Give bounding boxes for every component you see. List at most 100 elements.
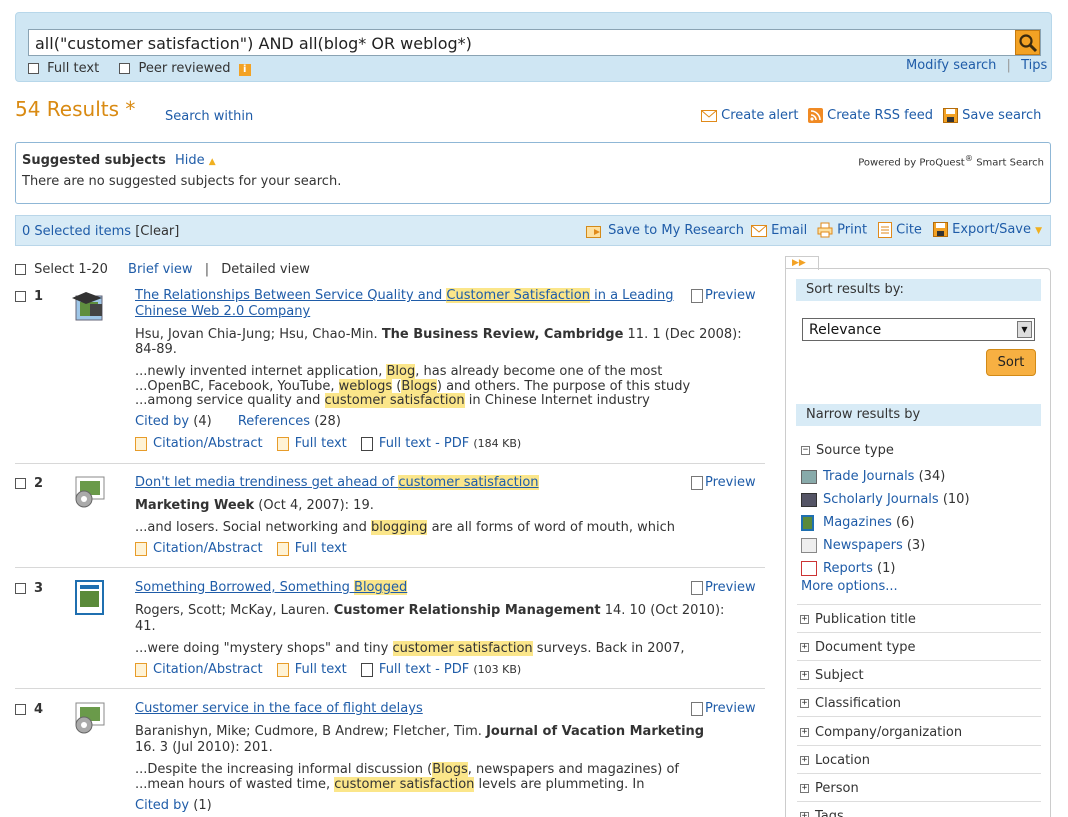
printer-icon <box>817 222 833 238</box>
snippet-text: levels are plummeting. In <box>474 776 645 792</box>
result-checkbox[interactable] <box>15 291 26 302</box>
document-icon <box>276 541 289 556</box>
cited-by-count: (1) <box>193 798 212 813</box>
clear-link[interactable]: [Clear] <box>135 224 179 239</box>
facet-tags[interactable]: + Tags <box>800 809 844 817</box>
cite-button[interactable]: Cite <box>878 222 922 238</box>
snippet-text: ...newly invented internet application, <box>135 364 387 379</box>
snippet-highlight: customer satisfaction <box>334 776 475 792</box>
search-panel: all("customer satisfaction") AND all(blo… <box>15 12 1052 82</box>
hide-link[interactable]: Hide ▲ <box>175 153 216 168</box>
result-title[interactable]: Something Borrowed, Something Blogged <box>135 580 408 595</box>
result-number: 3 <box>34 581 44 596</box>
peer-reviewed-checkbox[interactable] <box>119 63 131 74</box>
plus-icon: + <box>800 812 809 817</box>
preview-link[interactable]: Preview <box>691 580 756 595</box>
search-button[interactable] <box>1015 30 1040 55</box>
result-checkbox[interactable] <box>15 704 26 715</box>
facet-label: Scholarly Journals <box>823 492 939 507</box>
info-icon[interactable]: i <box>238 64 251 76</box>
save-to-research-button[interactable]: Save to My Research <box>586 223 744 238</box>
facet-person[interactable]: + Person <box>800 781 859 796</box>
full-text-checkbox[interactable] <box>28 63 39 74</box>
plus-icon: + <box>800 755 809 765</box>
cited-by-link[interactable]: Cited by (4) <box>135 414 212 429</box>
facet-classification[interactable]: + Classification <box>800 696 901 711</box>
full-text-link[interactable]: Full text <box>276 436 347 451</box>
result-checkbox[interactable] <box>15 478 26 489</box>
export-save-button[interactable]: Export/Save ▼ <box>933 222 1042 237</box>
preview-link[interactable]: Preview <box>691 475 756 490</box>
more-options-link[interactable]: More options... <box>801 579 898 594</box>
result-checkbox[interactable] <box>15 583 26 594</box>
cited-by-link[interactable]: Cited by (1) <box>135 798 212 813</box>
sort-button[interactable]: Sort <box>986 349 1036 376</box>
citation-abstract-link[interactable]: Citation/Abstract <box>135 662 263 677</box>
citation-abstract-link[interactable]: Citation/Abstract <box>135 541 263 556</box>
full-text-pdf-label: Full text - PDF <box>378 436 470 451</box>
source-type-toggle[interactable]: − Source type <box>801 443 894 458</box>
references-link[interactable]: References (28) <box>238 414 341 429</box>
document-icon <box>135 662 147 677</box>
search-within-link[interactable]: Search within <box>165 109 253 124</box>
full-text-label: Full text <box>294 541 347 556</box>
facet-item-newspapers[interactable]: Newspapers (3) <box>801 534 970 557</box>
result-title[interactable]: Customer service in the face of flight d… <box>135 701 423 716</box>
snippet-highlight: customer satisfaction <box>324 393 465 408</box>
email-button[interactable]: Email <box>751 223 807 238</box>
facet-document-type[interactable]: + Document type <box>800 640 916 655</box>
plus-icon: + <box>800 614 809 624</box>
tips-link[interactable]: Tips <box>1021 58 1047 73</box>
detailed-view-label: Detailed view <box>221 262 310 277</box>
facet-label: Document type <box>815 640 916 655</box>
cited-by-count: (4) <box>193 414 212 429</box>
result-number: 2 <box>34 476 44 491</box>
pdf-icon <box>360 662 373 677</box>
result-details: 16. 3 (Jul 2010): 201. <box>135 740 273 755</box>
select-all-checkbox[interactable] <box>15 264 26 275</box>
facet-item-reports[interactable]: Reports (1) <box>801 557 970 580</box>
selected-items[interactable]: 0 Selected items <box>22 224 131 239</box>
preview-link[interactable]: Preview <box>691 288 756 303</box>
save-search-link[interactable]: Save search <box>943 108 1041 123</box>
result-item: 3 Something Borrowed, Something Blogged … <box>15 580 765 682</box>
caret-up-icon: ▲ <box>208 157 216 167</box>
preview-link[interactable]: Preview <box>691 701 756 716</box>
facet-count: (10) <box>942 492 970 507</box>
result-title[interactable]: Don't let media trendiness get ahead of … <box>135 475 539 490</box>
brief-view-link[interactable]: Brief view <box>128 262 193 277</box>
sort-select-value: Relevance <box>809 322 882 338</box>
facet-item-magazines[interactable]: Magazines (6) <box>801 511 970 534</box>
facet-count: (1) <box>877 561 896 576</box>
facet-label: Classification <box>815 696 902 711</box>
divider <box>15 463 765 464</box>
modify-search-link[interactable]: Modify search <box>906 58 996 73</box>
full-text-link[interactable]: Full text <box>276 541 347 556</box>
facet-publication-title[interactable]: + Publication title <box>800 612 916 627</box>
print-button[interactable]: Print <box>817 222 867 238</box>
result-title[interactable]: The Relationships Between Service Qualit… <box>135 288 674 319</box>
preview-label: Preview <box>705 288 756 303</box>
sort-select[interactable]: Relevance ▼ <box>802 318 1035 341</box>
create-rss-link[interactable]: Create RSS feed <box>808 108 933 123</box>
create-alert-link[interactable]: Create alert <box>701 108 799 123</box>
facet-location[interactable]: + Location <box>800 753 870 768</box>
full-text-pdf-link[interactable]: Full text - PDF (184 KB) <box>360 436 521 451</box>
facet-company-organization[interactable]: + Company/organization <box>800 725 962 740</box>
snippet-highlight: Blogs <box>432 762 468 777</box>
sort-header: Sort results by: <box>796 279 1041 301</box>
facet-item-scholarly-journals[interactable]: Scholarly Journals (10) <box>801 488 970 511</box>
rss-icon <box>808 108 823 123</box>
envelope-icon <box>751 224 767 237</box>
plus-icon: + <box>800 698 809 708</box>
document-icon <box>276 662 289 677</box>
email-label: Email <box>771 223 808 238</box>
search-input[interactable]: all("customer satisfaction") AND all(blo… <box>28 29 1041 56</box>
full-text-link[interactable]: Full text <box>276 662 347 677</box>
plus-icon: + <box>800 670 809 680</box>
cite-label: Cite <box>896 222 922 238</box>
citation-abstract-link[interactable]: Citation/Abstract <box>135 436 263 451</box>
full-text-pdf-link[interactable]: Full text - PDF (103 KB) <box>360 662 521 677</box>
facet-subject[interactable]: + Subject <box>800 668 864 683</box>
facet-item-trade-journals[interactable]: Trade Journals (34) <box>801 465 970 488</box>
